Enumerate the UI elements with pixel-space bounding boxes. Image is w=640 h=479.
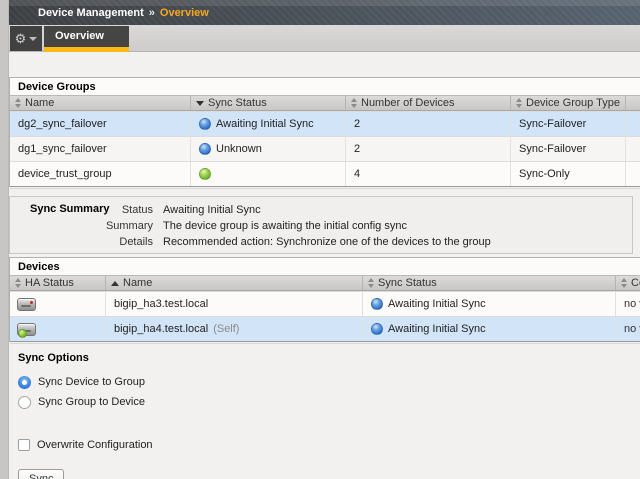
column-header-label: Name xyxy=(123,276,152,291)
breadcrumb-current: Overview xyxy=(160,7,209,19)
column-header-device-name[interactable]: Name xyxy=(105,276,362,290)
column-header-configuration-time[interactable]: Configuration Time xyxy=(615,276,640,290)
tab-overview-label: Overview xyxy=(55,30,104,42)
breadcrumb-root: Device Management xyxy=(38,7,144,19)
device-group-row-dg2[interactable]: dg2_sync_failover Awaiting Initial Sync … xyxy=(10,111,640,136)
summary-label: Status xyxy=(10,203,153,219)
column-header-ha-status[interactable]: HA Status xyxy=(10,276,105,290)
tab-overview[interactable]: Overview xyxy=(44,26,129,52)
sync-summary-box: Sync Summary Status Awaiting Initial Syn… xyxy=(9,196,633,254)
device-self-label: (Self) xyxy=(213,323,239,335)
sync-button[interactable]: Sync xyxy=(18,469,64,479)
sort-icon xyxy=(516,98,522,108)
red-led-icon xyxy=(30,301,33,304)
breadcrumb-separator: » xyxy=(149,7,155,19)
sync-status-icon xyxy=(199,168,211,180)
device-row-ha3[interactable]: bigip_ha3.test.local Awaiting Initial Sy… xyxy=(10,291,640,316)
radio-sync-device-to-group[interactable]: Sync Device to Group xyxy=(18,372,153,392)
device-name[interactable]: bigip_ha4.test.local xyxy=(114,323,208,335)
configuration-time: no value xyxy=(624,298,640,310)
device-group-type: Sync-Failover xyxy=(519,143,586,155)
group-name[interactable]: dg2_sync_failover xyxy=(18,118,107,130)
sort-icon xyxy=(351,98,357,108)
summary-label: Summary xyxy=(10,219,153,235)
column-header-label: Device Group Type xyxy=(526,96,620,111)
column-header-sync-status[interactable]: Sync Status xyxy=(190,96,345,110)
device-groups-title: Device Groups xyxy=(10,78,640,95)
device-group-type: Sync-Failover xyxy=(519,118,586,130)
devices-header-row: HA Status Name Sync Status Configuration… xyxy=(10,275,640,291)
chevron-down-icon xyxy=(29,37,37,41)
radio-label: Sync Device to Group xyxy=(38,376,145,388)
green-led-icon xyxy=(18,329,27,338)
left-gutter xyxy=(0,0,9,479)
sync-status-icon xyxy=(199,143,211,155)
tab-strip: ⚙ Overview xyxy=(9,25,640,52)
sync-status-icon xyxy=(199,118,211,130)
summary-value: The device group is awaiting the initial… xyxy=(163,219,407,235)
summary-row-details: Details Recommended action: Synchronize … xyxy=(10,235,632,251)
device-groups-section: Device Groups Name Sync Status Number of… xyxy=(9,77,640,187)
devices-title: Devices xyxy=(10,258,640,275)
devices-section: Devices HA Status Name Sync Status Confi… xyxy=(9,257,640,342)
sync-status-label: Awaiting Initial Sync xyxy=(388,323,486,335)
sync-status-label: Awaiting Initial Sync xyxy=(216,118,314,130)
sync-options-title: Sync Options xyxy=(18,352,153,364)
checkbox-icon[interactable] xyxy=(18,439,30,451)
device-group-type: Sync-Only xyxy=(519,168,570,180)
summary-value: Awaiting Initial Sync xyxy=(163,203,261,219)
sync-status-icon xyxy=(371,323,383,335)
sort-icon xyxy=(15,98,21,108)
column-header-label: Number of Devices xyxy=(361,96,455,111)
checkbox-label: Overwrite Configuration xyxy=(37,439,153,451)
table-bottom-border xyxy=(10,341,640,342)
number-of-devices: 2 xyxy=(354,143,360,155)
sort-icon xyxy=(15,278,21,288)
gear-icon: ⚙ xyxy=(15,32,27,45)
device-ha-icon xyxy=(17,323,36,336)
breadcrumb-bar: Device Management » Overview xyxy=(9,0,640,25)
column-header-label: Name xyxy=(25,96,54,111)
device-groups-header-row: Name Sync Status Number of Devices Devic… xyxy=(10,95,640,111)
column-header-label: HA Status xyxy=(25,276,74,291)
number-of-devices: 2 xyxy=(354,118,360,130)
radio-unselected-icon[interactable] xyxy=(18,396,31,409)
device-group-row-trust[interactable]: device_trust_group 4 Sync-Only xyxy=(10,161,640,186)
checkbox-overwrite-configuration[interactable]: Overwrite Configuration xyxy=(18,437,153,453)
group-name[interactable]: dg1_sync_failover xyxy=(18,143,107,155)
device-ha-icon xyxy=(17,298,36,311)
column-header-label: Sync Status xyxy=(208,96,267,111)
sort-desc-icon xyxy=(196,101,204,106)
column-header-label: Configuration Time xyxy=(631,276,640,291)
radio-label: Sync Group to Device xyxy=(38,396,145,408)
sync-status-icon xyxy=(371,298,383,310)
sync-options-section: Sync Options Sync Device to Group Sync G… xyxy=(18,352,153,479)
column-header-name[interactable]: Name xyxy=(10,96,190,110)
device-name[interactable]: bigip_ha3.test.local xyxy=(114,298,208,310)
radio-selected-icon[interactable] xyxy=(18,376,31,389)
sort-icon xyxy=(368,278,374,288)
sort-asc-icon xyxy=(111,281,119,286)
device-row-ha4[interactable]: bigip_ha4.test.local (Self) Awaiting Ini… xyxy=(10,316,640,341)
sort-icon xyxy=(621,278,627,288)
table-bottom-border xyxy=(10,186,640,187)
configuration-time: no value xyxy=(624,323,640,335)
summary-row-summary: Summary The device group is awaiting the… xyxy=(10,219,632,235)
summary-row-status: Status Awaiting Initial Sync xyxy=(10,203,632,219)
sync-status-label: Awaiting Initial Sync xyxy=(388,298,486,310)
column-header-label: Sync Status xyxy=(378,276,437,291)
column-header-number-of-devices[interactable]: Number of Devices xyxy=(345,96,510,110)
column-header-overflow xyxy=(625,96,640,110)
group-name[interactable]: device_trust_group xyxy=(18,168,112,180)
radio-sync-group-to-device[interactable]: Sync Group to Device xyxy=(18,392,153,412)
summary-value: Recommended action: Synchronize one of t… xyxy=(163,235,491,251)
column-header-device-group-type[interactable]: Device Group Type xyxy=(510,96,625,110)
column-header-device-sync-status[interactable]: Sync Status xyxy=(362,276,615,290)
number-of-devices: 4 xyxy=(354,168,360,180)
sync-status-label: Unknown xyxy=(216,143,262,155)
summary-label: Details xyxy=(10,235,153,251)
device-group-row-dg1[interactable]: dg1_sync_failover Unknown 2 Sync-Failove… xyxy=(10,136,640,161)
options-menu-button[interactable]: ⚙ xyxy=(10,26,42,51)
